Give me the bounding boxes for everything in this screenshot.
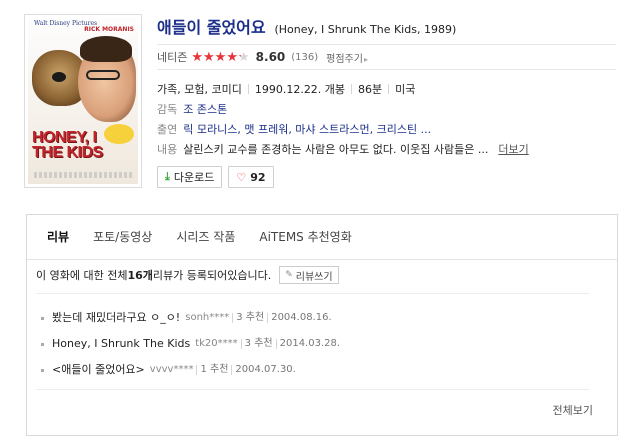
- review-date: 2004.08.16.: [271, 312, 332, 323]
- star-rating: ★★★★★ ★★★★★: [191, 51, 249, 64]
- runtime: 86분: [358, 83, 383, 96]
- bullet-icon: [41, 342, 44, 346]
- rating-row: 네티즌 ★★★★★ ★★★★★ 8.60 (136) 평점주기: [157, 44, 616, 70]
- pencil-icon: ✎: [285, 270, 293, 280]
- tab-photo-video[interactable]: 포토/동영상: [81, 215, 164, 260]
- poster-image: Walt Disney Pictures RICK MORANIS HONEY,…: [28, 18, 138, 184]
- like-button[interactable]: ♡ 92: [228, 166, 274, 188]
- review-user: vvvv****: [149, 364, 194, 375]
- tab-series[interactable]: 시리즈 작품: [164, 215, 247, 260]
- divider: [231, 365, 233, 375]
- divider: [196, 365, 198, 375]
- info-director: 감독 조 존스톤: [157, 100, 529, 120]
- divider: [247, 84, 249, 94]
- summary-post: 리뷰가 등록되어있습니다.: [152, 269, 272, 282]
- info-plot: 내용 살린스키 교수를 존경하는 사람은 아무도 없다. 이웃집 사람들은 ...…: [157, 140, 529, 160]
- view-all-link[interactable]: 전체보기: [553, 402, 593, 418]
- rating-score: 8.60: [255, 50, 286, 64]
- review-item: Honey, I Shrunk The Kids tk20**** 3 추천 2…: [41, 331, 340, 357]
- star-icons-filled: ★★★★★: [191, 50, 241, 64]
- cast-label: 출연: [157, 123, 178, 136]
- poster-glasses-figure: [86, 70, 120, 80]
- review-title[interactable]: <애들이 줄었어요>: [52, 357, 145, 383]
- rating-count: (136): [291, 51, 319, 63]
- divider: [275, 339, 277, 349]
- review-item: 봤는데 재밌더라구요 ㅇ_ㅇ! sonh**** 3 추천 2004.08.16…: [41, 305, 340, 331]
- write-review-button[interactable]: ✎ 리뷰쓰기: [279, 266, 339, 284]
- review-date: 2014.03.28.: [279, 338, 341, 349]
- divider: [388, 84, 390, 94]
- divider: [36, 389, 589, 390]
- movie-poster[interactable]: Walt Disney Pictures RICK MORANIS HONEY,…: [24, 14, 142, 188]
- cast-links[interactable]: 릭 모라니스, 맷 프레워, 마샤 스트라스먼, 크리스틴 ...: [183, 123, 431, 136]
- more-link[interactable]: 더보기: [498, 143, 528, 156]
- rate-button[interactable]: 평점주기: [326, 50, 368, 65]
- bullet-icon: [41, 316, 44, 320]
- poster-badge: [104, 124, 134, 144]
- review-user: tk20****: [195, 338, 238, 349]
- review-user: sonh****: [185, 312, 230, 323]
- movie-title[interactable]: 애들이 줄었어요: [157, 18, 266, 37]
- review-list: 봤는데 재밌더라구요 ㅇ_ㅇ! sonh**** 3 추천 2004.08.16…: [41, 305, 340, 383]
- review-item: <애들이 줄었어요> vvvv**** 1 추천 2004.07.30.: [41, 357, 340, 383]
- review-title[interactable]: 봤는데 재밌더라구요 ㅇ_ㅇ!: [52, 305, 180, 331]
- poster-actor: RICK MORANIS: [84, 26, 134, 33]
- tab-recommend[interactable]: AiTEMS 추천영화: [247, 215, 363, 260]
- divider: [240, 339, 242, 349]
- poster-title: HONEY, I THE KIDS: [32, 129, 103, 161]
- summary-pre: 이 영화에 대한 전체: [36, 269, 128, 282]
- heart-icon: ♡: [236, 170, 247, 184]
- review-count: 16개: [127, 269, 153, 282]
- review-tabs: 리뷰 포토/동영상 시리즈 작품 AiTEMS 추천영화: [27, 215, 617, 260]
- like-count: 92: [250, 170, 266, 184]
- poster-credits: [34, 172, 132, 178]
- movie-original-title: (Honey, I Shrunk The Kids, 1989): [274, 23, 457, 36]
- plot-text: 살린스키 교수를 존경하는 사람은 아무도 없다. 이웃집 사람들은 ...: [183, 143, 489, 156]
- director-label: 감독: [157, 103, 178, 116]
- poster-title-line1: HONEY, I: [32, 129, 97, 146]
- bullet-icon: [41, 368, 44, 372]
- genre: 가족, 모험, 코미디: [157, 83, 242, 96]
- review-recommend: 3 추천: [244, 338, 273, 349]
- poster-title-line2: THE KIDS: [32, 144, 103, 161]
- action-buttons: ⤓ 다운로드 ♡ 92: [157, 166, 274, 188]
- review-summary: 이 영화에 대한 전체 16개 리뷰가 등록되어있습니다. ✎ 리뷰쓰기: [36, 266, 339, 284]
- review-section: 리뷰 포토/동영상 시리즈 작품 AiTEMS 추천영화 이 영화에 대한 전체…: [26, 214, 618, 436]
- download-label: 다운로드: [173, 171, 215, 184]
- director-link[interactable]: 조 존스톤: [183, 103, 227, 116]
- review-recommend: 3 추천: [236, 312, 265, 323]
- review-date: 2004.07.30.: [235, 364, 296, 375]
- poster-hair-figure: [80, 36, 132, 62]
- info-basic: 가족, 모험, 코미디 1990.12.22. 개봉 86분 미국: [157, 80, 529, 100]
- country: 미국: [395, 83, 416, 96]
- divider: [351, 84, 353, 94]
- divider: [232, 313, 234, 323]
- rating-label: 네티즌: [157, 51, 188, 64]
- write-review-label: 리뷰쓰기: [295, 271, 333, 283]
- movie-info: 가족, 모험, 코미디 1990.12.22. 개봉 86분 미국 감독 조 존스톤 출…: [157, 80, 529, 160]
- download-button[interactable]: ⤓ 다운로드: [157, 166, 223, 188]
- divider: [267, 313, 269, 323]
- release-date: 1990.12.22. 개봉: [254, 83, 346, 96]
- download-icon: ⤓: [165, 170, 170, 183]
- review-recommend: 1 추천: [200, 364, 229, 375]
- movie-title-row: 애들이 줄었어요 (Honey, I Shrunk The Kids, 1989…: [157, 14, 456, 38]
- info-cast: 출연 릭 모라니스, 맷 프레워, 마샤 스트라스먼, 크리스틴 ...: [157, 120, 529, 140]
- tab-reviews[interactable]: 리뷰: [35, 215, 81, 260]
- review-title[interactable]: Honey, I Shrunk The Kids: [52, 331, 190, 357]
- divider: [36, 293, 589, 294]
- plot-label: 내용: [157, 143, 178, 156]
